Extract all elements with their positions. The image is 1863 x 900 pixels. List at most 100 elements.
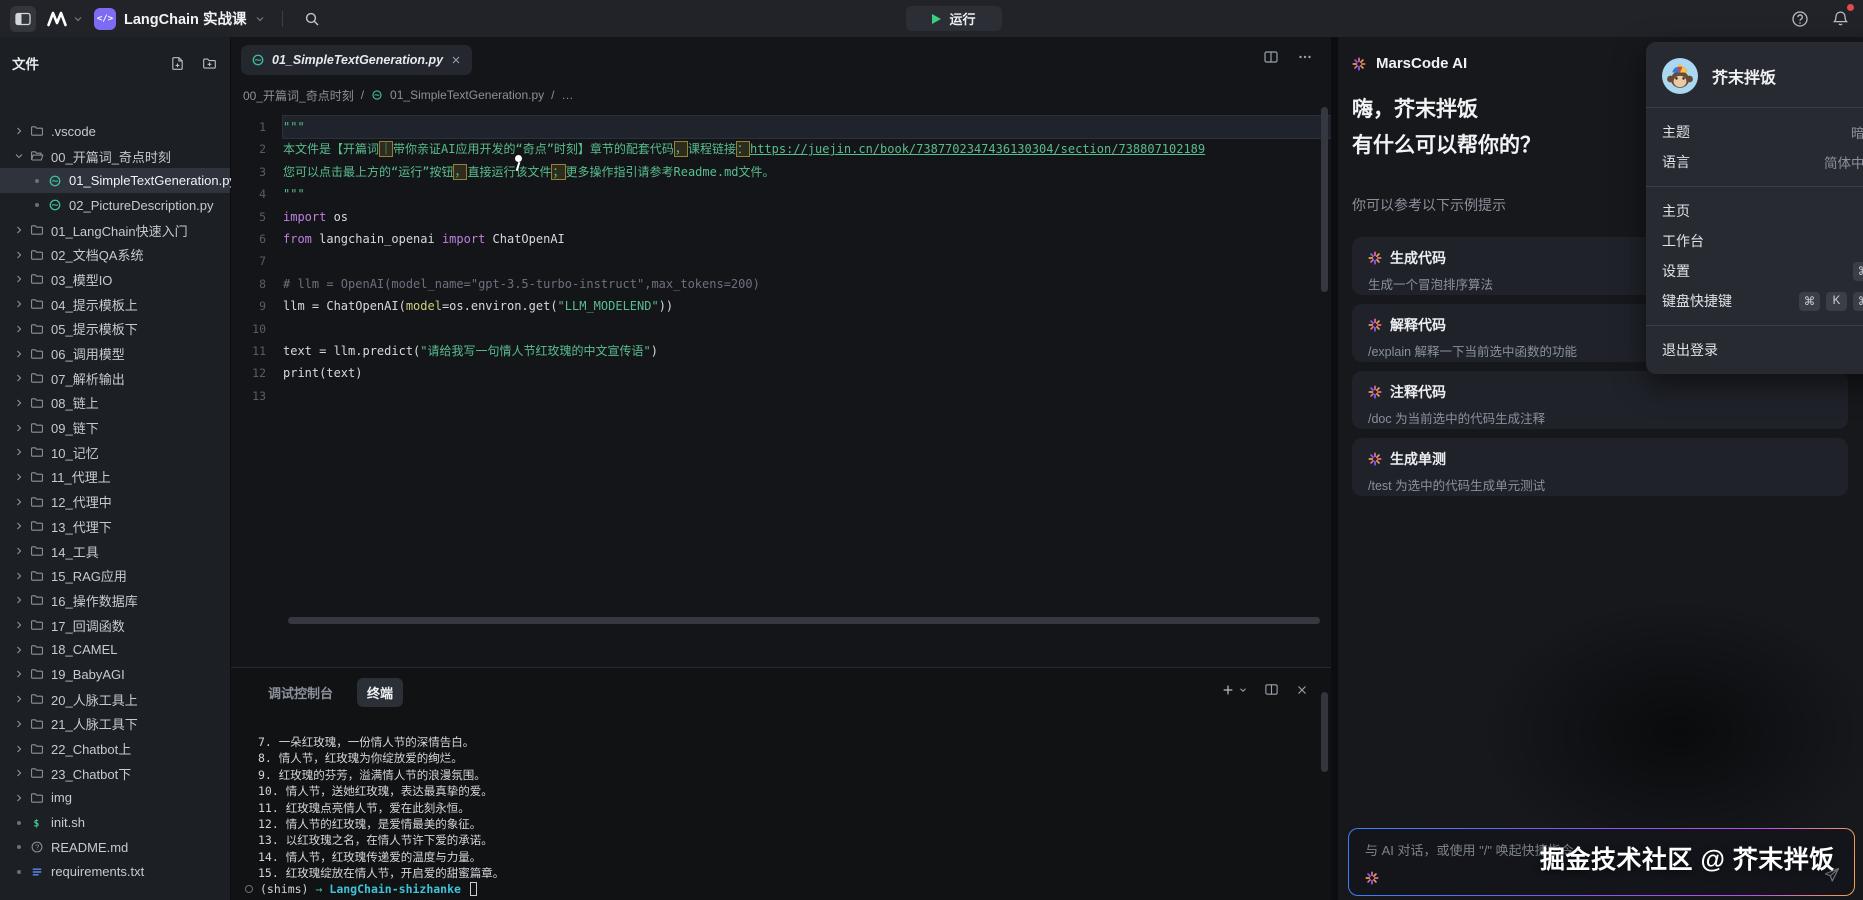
chevron-right-icon (10, 644, 28, 656)
tree-item-requirements.txt[interactable]: requirements.txt (0, 860, 230, 885)
tree-item-03_模型IO[interactable]: 03_模型IO (0, 267, 230, 292)
split-terminal-icon[interactable] (1264, 682, 1279, 697)
chevron-right-icon (10, 446, 28, 458)
menu-item-label: 主题 (1662, 122, 1690, 142)
user-name: 芥末拌饭 (1712, 64, 1776, 88)
tree-item-.vscode[interactable]: .vscode (0, 119, 230, 144)
tree-item-label: 12_代理中 (51, 492, 112, 511)
code-line: 6from langchain_openai import ChatOpenAI (231, 228, 1331, 250)
new-folder-button[interactable] (200, 54, 218, 72)
new-file-button[interactable] (168, 54, 186, 72)
tree-item-21_人脉工具下[interactable]: 21_人脉工具下 (0, 712, 230, 737)
menu-item-语言[interactable]: 语言简体中文 (1646, 147, 1863, 177)
editor-tab[interactable]: 01_SimpleTextGeneration.py (241, 45, 472, 75)
tab-debug-console[interactable]: 调试控制台 (258, 678, 343, 707)
breadcrumb-folder[interactable]: 00_开篇词_奇点时刻 (243, 87, 354, 104)
editor-vertical-scrollbar[interactable] (1321, 107, 1328, 292)
tree-item-img[interactable]: img (0, 786, 230, 811)
search-icon (304, 11, 320, 27)
editor-horizontal-scrollbar[interactable] (288, 617, 1320, 624)
code-line: 13 (231, 385, 1331, 407)
tree-item-label: 03_模型IO (51, 270, 112, 289)
new-terminal-button[interactable] (1221, 683, 1248, 697)
tree-item-19_BabyAGI[interactable]: 19_BabyAGI (0, 662, 230, 687)
folder-icon (28, 223, 46, 237)
more-actions-icon[interactable] (1297, 49, 1313, 65)
tree-item-18_CAMEL[interactable]: 18_CAMEL (0, 637, 230, 662)
chevron-right-icon (10, 397, 28, 409)
breadcrumb[interactable]: 00_开篇词_奇点时刻 / 01_SimpleTextGeneration.py… (243, 85, 573, 105)
chevron-right-icon (10, 496, 28, 508)
tree-item-10_记忆[interactable]: 10_记忆 (0, 440, 230, 465)
tree-item-02_文档QA系统[interactable]: 02_文档QA系统 (0, 242, 230, 267)
menu-item-label: 键盘快捷键 (1662, 291, 1732, 311)
tree-item-00_开篇词_奇点时刻[interactable]: 00_开篇词_奇点时刻 (0, 144, 230, 169)
split-editor-icon[interactable] (1263, 49, 1279, 65)
tree-item-11_代理上[interactable]: 11_代理上 (0, 465, 230, 490)
breadcrumb-symbol[interactable]: … (561, 88, 573, 102)
project-menu[interactable]: </> LangChain 实战课 (94, 6, 266, 32)
code-line: 5import os (231, 206, 1331, 228)
user-avatar[interactable] (1662, 58, 1698, 94)
menu-item-键盘快捷键[interactable]: 键盘快捷键⌘K⌘ (1646, 286, 1863, 316)
marscode-logo-menu[interactable] (46, 6, 84, 32)
sidebar-toggle-button[interactable] (10, 6, 36, 32)
breadcrumb-file[interactable]: 01_SimpleTextGeneration.py (390, 88, 544, 102)
notifications-button[interactable] (1827, 6, 1853, 32)
tree-item-15_RAG应用[interactable]: 15_RAG应用 (0, 563, 230, 588)
help-icon (1791, 10, 1809, 28)
tree-item-07_解析输出[interactable]: 07_解析输出 (0, 366, 230, 391)
folder-icon (28, 742, 46, 756)
top-bar: </> LangChain 实战课 运行 (0, 0, 1863, 37)
divider (282, 11, 283, 27)
menu-item-退出登录[interactable]: 退出登录 (1646, 335, 1863, 365)
tree-item-05_提示模板下[interactable]: 05_提示模板下 (0, 317, 230, 342)
tree-item-12_代理中[interactable]: 12_代理中 (0, 489, 230, 514)
tree-item-17_回调函数[interactable]: 17_回调函数 (0, 613, 230, 638)
code-line: 7 (231, 250, 1331, 272)
help-button[interactable] (1787, 6, 1813, 32)
tree-item-08_链上[interactable]: 08_链上 (0, 391, 230, 416)
tree-item-22_Chatbot上[interactable]: 22_Chatbot上 (0, 736, 230, 761)
line-number: 7 (231, 250, 283, 272)
tree-item-06_调用模型[interactable]: 06_调用模型 (0, 341, 230, 366)
folder-icon (28, 371, 46, 385)
tree-item-23_Chatbot下[interactable]: 23_Chatbot下 (0, 761, 230, 786)
folder-icon (28, 445, 46, 459)
tree-item-label: 16_操作数据库 (51, 591, 138, 610)
menu-item-主题[interactable]: 主题暗色 (1646, 117, 1863, 147)
tree-item-13_代理下[interactable]: 13_代理下 (0, 514, 230, 539)
tree-item-01_SimpleTextGeneration.py[interactable]: 01_SimpleTextGeneration.py (0, 168, 230, 193)
code-text: """ (283, 183, 1331, 205)
folder-icon (28, 593, 46, 607)
tree-item-README.md[interactable]: ?README.md (0, 835, 230, 860)
tree-item-label: init.sh (51, 815, 85, 830)
tree-item-16_操作数据库[interactable]: 16_操作数据库 (0, 588, 230, 613)
code-editor[interactable]: 1"""2本文件是【开篇词｜带你亲证AI应用开发的“奇点”时刻】章节的配套代码，… (231, 107, 1331, 663)
menu-item-设置[interactable]: 设置⌘ (1646, 256, 1863, 286)
terminal-prompt[interactable]: (shims) → LangChain-shizhanke (245, 882, 477, 896)
menu-item-主页[interactable]: 主页 (1646, 196, 1863, 226)
tree-item-20_人脉工具上[interactable]: 20_人脉工具上 (0, 687, 230, 712)
chevron-right-icon (10, 298, 28, 310)
prompt-card-生成单测[interactable]: 生成单测/test 为选中的代码生成单元测试 (1352, 438, 1848, 496)
prompt-card-注释代码[interactable]: 注释代码/doc 为当前选中的代码生成注释 (1352, 371, 1848, 429)
search-button[interactable] (299, 6, 325, 32)
tree-item-14_工具[interactable]: 14_工具 (0, 539, 230, 564)
tree-item-09_链下[interactable]: 09_链下 (0, 415, 230, 440)
tree-item-init.sh[interactable]: $init.sh (0, 810, 230, 835)
tree-item-02_PictureDescription.py[interactable]: 02_PictureDescription.py (0, 193, 230, 218)
sparkle-icon[interactable] (1365, 871, 1379, 885)
terminal-vertical-scrollbar[interactable] (1321, 692, 1328, 772)
menu-item-工作台[interactable]: 工作台 (1646, 226, 1863, 256)
sidebar-toggle-icon (14, 10, 32, 28)
tree-item-04_提示模板上[interactable]: 04_提示模板上 (0, 292, 230, 317)
tree-item-label: 13_代理下 (51, 517, 112, 536)
notification-badge (1847, 4, 1854, 11)
line-number: 4 (231, 183, 283, 205)
run-button[interactable]: 运行 (906, 6, 1002, 31)
tab-terminal[interactable]: 终端 (357, 678, 403, 707)
tab-close-icon[interactable] (450, 54, 462, 66)
tree-item-01_LangChain快速入门[interactable]: 01_LangChain快速入门 (0, 218, 230, 243)
close-panel-icon[interactable] (1295, 683, 1309, 697)
